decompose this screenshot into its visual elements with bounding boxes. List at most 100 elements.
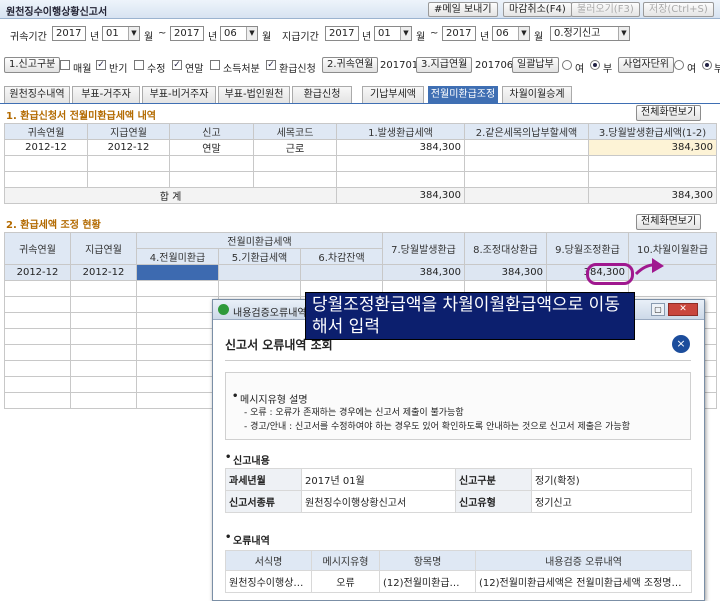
cell[interactable]: [4, 376, 71, 393]
paid-month-button[interactable]: 3.지급연월: [416, 57, 473, 73]
cell[interactable]: [136, 360, 219, 377]
to-month-select[interactable]: 06 ▼: [220, 26, 258, 41]
accrual-month-button[interactable]: 2.귀속연월: [322, 57, 379, 73]
cell[interactable]: 근로: [253, 139, 337, 156]
biz-yes-radio[interactable]: [674, 60, 684, 70]
cell[interactable]: [70, 296, 137, 313]
cell[interactable]: [218, 264, 301, 281]
monthly-checkbox[interactable]: [60, 60, 70, 70]
table-row[interactable]: 2012-12 2012-12 연말 근로 384,300 384,300: [4, 139, 717, 156]
batch-no-radio[interactable]: [590, 60, 600, 70]
from-month-select[interactable]: 01 ▼: [102, 26, 140, 41]
cell[interactable]: [588, 155, 717, 172]
cell[interactable]: [4, 280, 71, 297]
pay-to-year-input[interactable]: 2017: [442, 26, 476, 41]
section1-fullview-button[interactable]: 전체화면보기: [636, 105, 702, 121]
report-type-select[interactable]: 0.정기신고 ▼: [550, 26, 630, 41]
biz-no-radio[interactable]: [702, 60, 712, 70]
cell[interactable]: [253, 155, 337, 172]
table-row[interactable]: [4, 171, 717, 188]
cell[interactable]: [70, 392, 137, 409]
tab-resident[interactable]: 부표-거주자: [72, 86, 140, 103]
cell[interactable]: [588, 171, 717, 188]
cell[interactable]: 2012-12: [4, 139, 88, 156]
cell[interactable]: [4, 392, 71, 409]
cell[interactable]: [70, 280, 137, 297]
cell[interactable]: [136, 264, 219, 281]
cell[interactable]: [336, 155, 465, 172]
tab-withholding[interactable]: 원천징수내역: [4, 86, 70, 103]
income-disposal-checkbox[interactable]: [210, 60, 220, 70]
table-row[interactable]: 원천징수이행상… 오류 (12)전월미환급… (12)전월미환급세액은 전월미환…: [225, 570, 692, 593]
report-kind-button[interactable]: 1.신고구분: [4, 57, 61, 73]
refund-checkbox[interactable]: ✓: [266, 60, 276, 70]
to-year-input[interactable]: 2017: [170, 26, 204, 41]
cell[interactable]: [299, 264, 384, 281]
cell[interactable]: [169, 171, 254, 188]
tab-nonresident[interactable]: 부표-비거주자: [142, 86, 216, 103]
cell[interactable]: [87, 171, 170, 188]
amend-checkbox[interactable]: [134, 60, 144, 70]
load-button[interactable]: 불러오기(F3): [571, 2, 640, 17]
cell[interactable]: [70, 344, 137, 361]
cell[interactable]: [464, 139, 589, 156]
cell[interactable]: [136, 344, 219, 361]
cell[interactable]: [70, 328, 137, 345]
pay-from-month-select[interactable]: 01 ▼: [374, 26, 412, 41]
pay-to-month-select[interactable]: 06 ▼: [492, 26, 530, 41]
cell[interactable]: (12)전월미환급세액은 전월미환급세액 조정명…: [475, 570, 692, 593]
batch-pay-button[interactable]: 일괄납부: [512, 57, 559, 73]
half-checkbox[interactable]: ✓: [96, 60, 106, 70]
cell[interactable]: [136, 392, 219, 409]
cell[interactable]: [628, 280, 718, 297]
cell[interactable]: [136, 312, 219, 329]
cell[interactable]: [169, 155, 254, 172]
pay-from-year-input[interactable]: 2017: [325, 26, 359, 41]
cell[interactable]: [4, 296, 71, 313]
cell[interactable]: 384,300: [464, 264, 548, 281]
batch-yes-radio[interactable]: [562, 60, 572, 70]
section2-fullview-button[interactable]: 전체화면보기: [636, 214, 702, 230]
cell[interactable]: [70, 312, 137, 329]
biz-unit-button[interactable]: 사업자단위: [618, 57, 674, 73]
from-year-input[interactable]: 2017: [52, 26, 86, 41]
tab-prepaid[interactable]: 기납부세액: [362, 86, 424, 103]
window-close-icon[interactable]: ✕: [668, 303, 698, 316]
cell[interactable]: 2012-12: [87, 139, 170, 156]
yearend-checkbox[interactable]: ✓: [172, 60, 182, 70]
send-email-button[interactable]: #메일 보내기: [428, 2, 498, 17]
cell[interactable]: [136, 376, 219, 393]
cell[interactable]: [70, 360, 137, 377]
cell[interactable]: (12)전월미환급…: [379, 570, 476, 593]
cell[interactable]: [136, 296, 219, 313]
cell[interactable]: [70, 376, 137, 393]
cell[interactable]: [136, 328, 219, 345]
cell[interactable]: [464, 171, 589, 188]
cell[interactable]: [218, 280, 301, 297]
cell[interactable]: [336, 171, 465, 188]
table-row[interactable]: [4, 155, 717, 172]
cell[interactable]: [464, 155, 589, 172]
close-icon[interactable]: ×: [672, 335, 690, 353]
cell[interactable]: [4, 344, 71, 361]
save-button[interactable]: 저장(Ctrl+S): [643, 2, 714, 17]
cell[interactable]: [4, 171, 88, 188]
tab-prev-refund-adjust[interactable]: 전월미환급조정: [428, 86, 498, 103]
cell[interactable]: 384,300: [382, 264, 466, 281]
cell[interactable]: 연말: [169, 139, 254, 156]
cell[interactable]: [87, 155, 170, 172]
cell[interactable]: [4, 360, 71, 377]
tab-corporate[interactable]: 부표-법인원천: [218, 86, 290, 103]
tab-carryover[interactable]: 차월이월승계: [502, 86, 572, 103]
tab-refund[interactable]: 환급신청: [292, 86, 352, 103]
cell[interactable]: 384,300: [336, 139, 465, 156]
cell[interactable]: [253, 171, 337, 188]
cell[interactable]: [4, 328, 71, 345]
cancel-close-button[interactable]: 마감취소(F4): [503, 2, 572, 17]
restore-icon[interactable]: ▢: [651, 303, 665, 316]
cell[interactable]: 오류: [311, 570, 380, 593]
cell[interactable]: [4, 312, 71, 329]
cell[interactable]: 원천징수이행상…: [225, 570, 312, 593]
cell[interactable]: 2012-12: [4, 264, 71, 281]
cell[interactable]: [4, 155, 88, 172]
